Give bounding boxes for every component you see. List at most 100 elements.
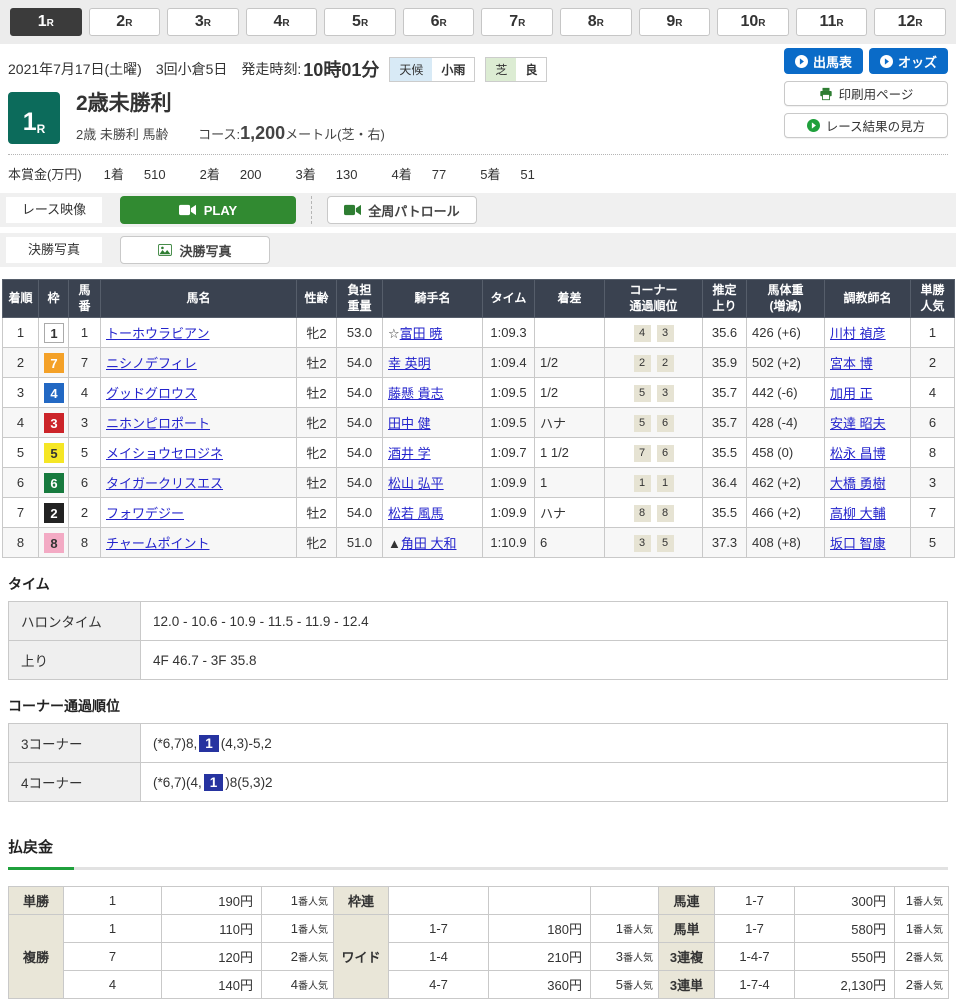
jockey-cell: 松山 弘平: [383, 468, 483, 498]
jockey-name-link[interactable]: 松山 弘平: [388, 476, 444, 491]
trainer-name-link[interactable]: 坂口 智康: [830, 536, 886, 551]
horse-name-link[interactable]: チャームポイント: [106, 536, 209, 551]
trainer-name-link[interactable]: 加用 正: [830, 386, 873, 401]
corner-row-label: 3コーナー: [9, 724, 141, 763]
jockey-mark: ☆: [388, 326, 400, 341]
video-camera-icon: [344, 204, 361, 216]
finish-photo-button[interactable]: 決勝写真: [120, 236, 270, 264]
trainer-name-link[interactable]: 松永 昌博: [830, 446, 886, 461]
carried-weight: 54.0: [337, 498, 383, 528]
corner-position: 1: [634, 475, 651, 492]
race-tab-7r[interactable]: 7R: [481, 8, 553, 36]
race-tab-4r[interactable]: 4R: [246, 8, 318, 36]
turf-value: 良: [516, 58, 546, 81]
column-header: 馬名: [101, 280, 297, 318]
estimated-last3f: 35.7: [703, 378, 747, 408]
corner-position: 7: [634, 445, 651, 462]
corner-position: 8: [634, 505, 651, 522]
corner-position: 3: [657, 325, 674, 342]
horse-name-link[interactable]: タイガークリスエス: [106, 476, 223, 491]
popularity-number: 4: [291, 977, 298, 992]
jockey-cell: ☆富田 暁: [383, 318, 483, 348]
result-guide-button[interactable]: レース結果の見方: [784, 113, 948, 138]
race-tab-8r[interactable]: 8R: [560, 8, 632, 36]
winner-highlight: 1: [199, 735, 219, 752]
bet-type-label: 3連単: [659, 971, 715, 999]
carried-weight: 54.0: [337, 378, 383, 408]
print-page-button[interactable]: 印刷用ページ: [784, 81, 948, 106]
time-row: 上り4F 46.7 - 3F 35.8: [9, 641, 948, 680]
race-tab-6r[interactable]: 6R: [403, 8, 475, 36]
horse-number: 2: [69, 498, 101, 528]
trainer-name-link[interactable]: 大橋 勇樹: [830, 476, 886, 491]
horse-name-link[interactable]: フォワデジー: [106, 506, 184, 521]
win-popularity: 6: [911, 408, 955, 438]
corner-position: 4: [634, 325, 651, 342]
trainer-name-link[interactable]: 宮本 博: [830, 356, 873, 371]
race-tab-12r[interactable]: 12R: [874, 8, 946, 36]
margin: ハナ: [535, 498, 605, 528]
race-tab-9r[interactable]: 9R: [639, 8, 711, 36]
side-buttons: 出馬表 オッズ 印刷用ページ レース結果の見方: [784, 48, 948, 138]
popularity-suffix: 番人気: [623, 925, 653, 936]
jockey-name-link[interactable]: 酒井 学: [388, 446, 431, 461]
horse-name-cell: グッドグロウス: [101, 378, 297, 408]
finish-time: 1:09.9: [483, 498, 535, 528]
horse-name-cell: フォワデジー: [101, 498, 297, 528]
patrol-video-button[interactable]: 全周パトロール: [327, 196, 477, 224]
finish-time: 1:09.5: [483, 378, 535, 408]
frame-cell: 7: [39, 348, 69, 378]
jockey-name-link[interactable]: 松若 風馬: [388, 506, 444, 521]
trainer-cell: 安達 昭夫: [825, 408, 911, 438]
race-tab-5r[interactable]: 5R: [324, 8, 396, 36]
margin: [535, 318, 605, 348]
column-header: 負担重量: [337, 280, 383, 318]
result-row: 111トーホウラビアン牝253.0☆富田 暁1:09.34335.6426 (+…: [3, 318, 955, 348]
payout-heading: 払戻金: [8, 836, 948, 857]
payout-combination: 1-4-7: [715, 943, 795, 971]
jockey-name-link[interactable]: 富田 暁: [400, 326, 443, 341]
win-popularity: 3: [911, 468, 955, 498]
jockey-name-link[interactable]: 角田 大和: [401, 536, 457, 551]
course-label: コース:: [198, 127, 240, 142]
trainer-name-link[interactable]: 高柳 大輔: [830, 506, 886, 521]
bet-type-label: 3連複: [659, 943, 715, 971]
finish-time: 1:09.9: [483, 468, 535, 498]
corner-position: 6: [657, 445, 674, 462]
race-tab-1r[interactable]: 1R: [10, 8, 82, 36]
play-button[interactable]: PLAY: [120, 196, 296, 224]
frame-number-badge: 5: [44, 443, 64, 463]
result-row: 344グッドグロウス牡254.0藤懸 貴志1:09.51/25335.7442 …: [3, 378, 955, 408]
horse-name-link[interactable]: ニホンピロポート: [106, 416, 210, 431]
corner-row-label: 4コーナー: [9, 763, 141, 802]
race-tab-2r[interactable]: 2R: [89, 8, 161, 36]
race-tab-10r[interactable]: 10R: [717, 8, 789, 36]
payout-popularity: 1番人気: [895, 887, 949, 915]
payout-popularity: 2番人気: [895, 943, 949, 971]
race-tab-bar: 1R2R3R4R5R6R7R8R9R10R11R12R: [0, 0, 956, 44]
finish-time: 1:09.5: [483, 408, 535, 438]
payout-combination: 1-7-4: [715, 971, 795, 999]
jockey-name-link[interactable]: 田中 健: [388, 416, 431, 431]
horse-name-link[interactable]: メイショウセロジネ: [106, 446, 223, 461]
horse-name-link[interactable]: ニシノデフィレ: [106, 356, 197, 371]
trainer-name-link[interactable]: 安達 昭夫: [830, 416, 886, 431]
jockey-name-link[interactable]: 幸 英明: [388, 356, 431, 371]
popularity-suffix: 番人気: [913, 925, 943, 936]
popularity-number: 2: [906, 977, 913, 992]
race-tab-3r[interactable]: 3R: [167, 8, 239, 36]
horse-name-link[interactable]: グッドグロウス: [106, 386, 197, 401]
time-row-label: 上り: [9, 641, 141, 680]
popularity-suffix: 番人気: [298, 897, 328, 908]
result-row: 666タイガークリスエス牡254.0松山 弘平1:09.911136.4462 …: [3, 468, 955, 498]
trainer-name-link[interactable]: 川村 禎彦: [830, 326, 886, 341]
horse-name-link[interactable]: トーホウラビアン: [106, 326, 209, 341]
entry-table-button[interactable]: 出馬表: [784, 48, 863, 74]
popularity-number: 3: [616, 949, 623, 964]
video-camera-icon: [179, 204, 196, 216]
win-popularity: 7: [911, 498, 955, 528]
odds-button[interactable]: オッズ: [869, 48, 948, 74]
jockey-name-link[interactable]: 藤懸 貴志: [388, 386, 444, 401]
win-popularity: 8: [911, 438, 955, 468]
race-tab-11r[interactable]: 11R: [796, 8, 868, 36]
